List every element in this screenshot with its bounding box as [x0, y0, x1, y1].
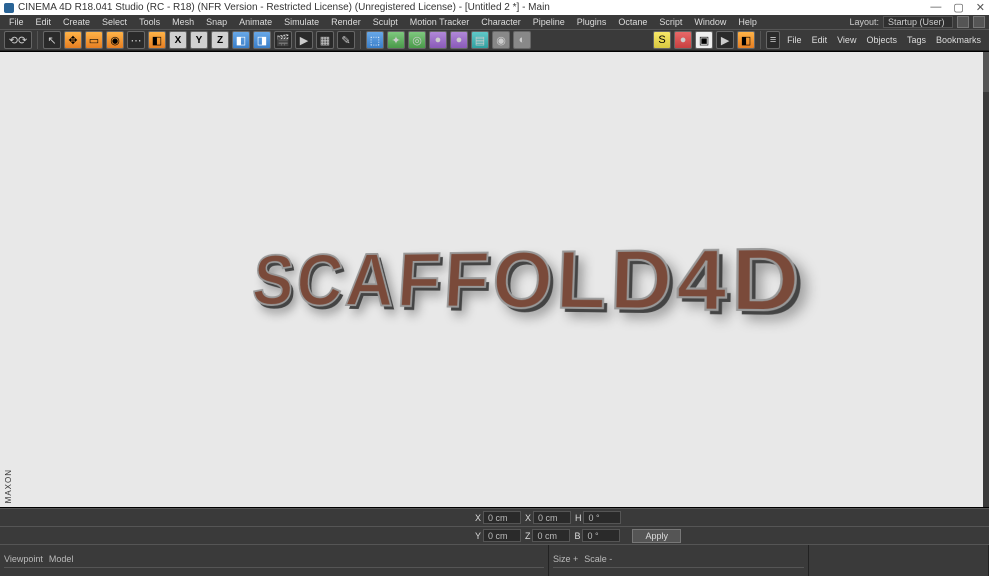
window-title: CINEMA 4D R18.041 Studio (RC - R18) (NFR… — [18, 2, 550, 13]
layout-dropdown[interactable]: Startup (User) — [883, 16, 953, 28]
render-settings-button[interactable]: ▦ — [316, 31, 334, 49]
menu-file[interactable]: File — [4, 16, 29, 28]
menu-render[interactable]: Render — [326, 16, 366, 28]
minimize-button[interactable]: — — [930, 1, 941, 14]
apply-button[interactable]: Apply — [632, 529, 681, 543]
x-axis-button[interactable]: X — [169, 31, 187, 49]
menu-create[interactable]: Create — [58, 16, 95, 28]
octane-o-button[interactable]: ● — [674, 31, 692, 49]
menu-edit[interactable]: Edit — [31, 16, 57, 28]
render-view-button[interactable]: 🎬 — [274, 31, 292, 49]
panel-dock-handle[interactable] — [983, 52, 989, 507]
menu-octane[interactable]: Octane — [613, 16, 652, 28]
undo-redo-group[interactable]: ⟲⟳ — [4, 31, 32, 49]
menu-motiontracker[interactable]: Motion Tracker — [405, 16, 475, 28]
subdiv-button[interactable]: ◎ — [408, 31, 426, 49]
titlebar: CINEMA 4D R18.041 Studio (RC - R18) (NFR… — [0, 0, 989, 15]
layout-icon-2[interactable] — [973, 16, 985, 28]
menu-plugins[interactable]: Plugins — [572, 16, 612, 28]
menu-mesh[interactable]: Mesh — [167, 16, 199, 28]
size-plus[interactable]: Size + — [553, 554, 578, 564]
menu-help[interactable]: Help — [733, 16, 762, 28]
coord-sys-button-2[interactable]: ◨ — [253, 31, 271, 49]
locked-button[interactable]: ◧ — [148, 31, 166, 49]
octane-play-button[interactable]: ▶ — [716, 31, 734, 49]
edit-render-button[interactable]: ✎ — [337, 31, 355, 49]
menu-character[interactable]: Character — [476, 16, 526, 28]
rendered-scene: SCAFFOLD4D — [0, 52, 989, 507]
cube-primitive-button[interactable]: ⬚ — [366, 31, 384, 49]
tab-model[interactable]: Model — [49, 554, 74, 564]
live-select-button[interactable]: ↖ — [43, 31, 61, 49]
pen-tool-button[interactable]: ✦ — [387, 31, 405, 49]
coord-sys-button[interactable]: ◧ — [232, 31, 250, 49]
objects-objects[interactable]: Objects — [862, 34, 901, 46]
layout-label: Layout: — [849, 17, 879, 27]
coord-y-value[interactable]: 0 cm — [483, 529, 521, 542]
coord-x-value[interactable]: 0 cm — [483, 511, 521, 524]
render-pv-button[interactable]: ▶ — [295, 31, 313, 49]
array-button[interactable]: ● — [429, 31, 447, 49]
menubar: File Edit Create Select Tools Mesh Snap … — [0, 15, 989, 29]
floor-button[interactable]: ▤ — [471, 31, 489, 49]
rotate-button[interactable]: ◉ — [106, 31, 124, 49]
coord-z-value[interactable]: 0 cm — [532, 529, 570, 542]
rot-b-value[interactable]: 0 ° — [582, 529, 620, 542]
coord-y-label: Y — [475, 531, 481, 541]
toolbar-divider-2 — [360, 31, 361, 49]
panel-dock-tab[interactable] — [983, 52, 989, 92]
menu-sculpt[interactable]: Sculpt — [368, 16, 403, 28]
size-x-value[interactable]: 0 cm — [533, 511, 571, 524]
menu-select[interactable]: Select — [97, 16, 132, 28]
app-icon — [4, 3, 14, 13]
rot-h-value[interactable]: 0 ° — [583, 511, 621, 524]
move-button[interactable]: ✥ — [64, 31, 82, 49]
objects-panel-icon[interactable]: ≡ — [766, 31, 780, 49]
menu-tools[interactable]: Tools — [134, 16, 165, 28]
objects-edit[interactable]: Edit — [808, 34, 832, 46]
maximize-button[interactable]: ▢ — [953, 1, 963, 14]
scale-minus[interactable]: Scale - — [584, 554, 612, 564]
coord-z-label: Z — [525, 531, 531, 541]
camera-button[interactable]: ◉ — [492, 31, 510, 49]
menu-snap[interactable]: Snap — [201, 16, 232, 28]
bend-button[interactable]: ● — [450, 31, 468, 49]
viewport[interactable]: SCAFFOLD4D MAXON — [0, 51, 989, 508]
bottom-panel: Viewpoint Model Size + Scale - — [0, 544, 989, 576]
toolbar-divider — [37, 31, 38, 49]
layout-icon-1[interactable] — [957, 16, 969, 28]
octane-square-button[interactable]: ◧ — [737, 31, 755, 49]
menu-pipeline[interactable]: Pipeline — [528, 16, 570, 28]
toolbar: ⟲⟳ ↖ ✥ ▭ ◉ ⋯ ◧ X Y Z ◧ ◨ 🎬 ▶ ▦ ✎ ⬚ ✦ ◎ ●… — [0, 29, 989, 51]
rot-b-label: B — [574, 531, 580, 541]
render-text-object: SCAFFOLD4D — [249, 228, 804, 332]
scale-button[interactable]: ▭ — [85, 31, 103, 49]
menu-window[interactable]: Window — [689, 16, 731, 28]
objects-tags[interactable]: Tags — [903, 34, 930, 46]
tab-viewpoint[interactable]: Viewpoint — [4, 554, 43, 564]
rot-h-label: H — [575, 513, 582, 523]
coordinates-row-1: X 0 cm X 0 cm H 0 ° — [0, 508, 989, 526]
octane-cube-button[interactable]: ▣ — [695, 31, 713, 49]
objects-bookmarks[interactable]: Bookmarks — [932, 34, 985, 46]
y-axis-button[interactable]: Y — [190, 31, 208, 49]
coord-x-label: X — [475, 513, 481, 523]
coordinates-row-2: Y 0 cm Z 0 cm B 0 ° Apply — [0, 526, 989, 544]
objects-file[interactable]: File — [783, 34, 806, 46]
toolbar-divider-3 — [760, 31, 761, 49]
z-axis-button[interactable]: Z — [211, 31, 229, 49]
menu-script[interactable]: Script — [654, 16, 687, 28]
lastused-button[interactable]: ⋯ — [127, 31, 145, 49]
menu-animate[interactable]: Animate — [234, 16, 277, 28]
size-x-label: X — [525, 513, 531, 523]
close-button[interactable]: ✕ — [976, 1, 985, 14]
objects-view[interactable]: View — [833, 34, 860, 46]
maxon-watermark: MAXON — [4, 469, 13, 503]
menu-simulate[interactable]: Simulate — [279, 16, 324, 28]
octane-s-button[interactable]: S — [653, 31, 671, 49]
light-button[interactable]: ◐ — [513, 31, 531, 49]
